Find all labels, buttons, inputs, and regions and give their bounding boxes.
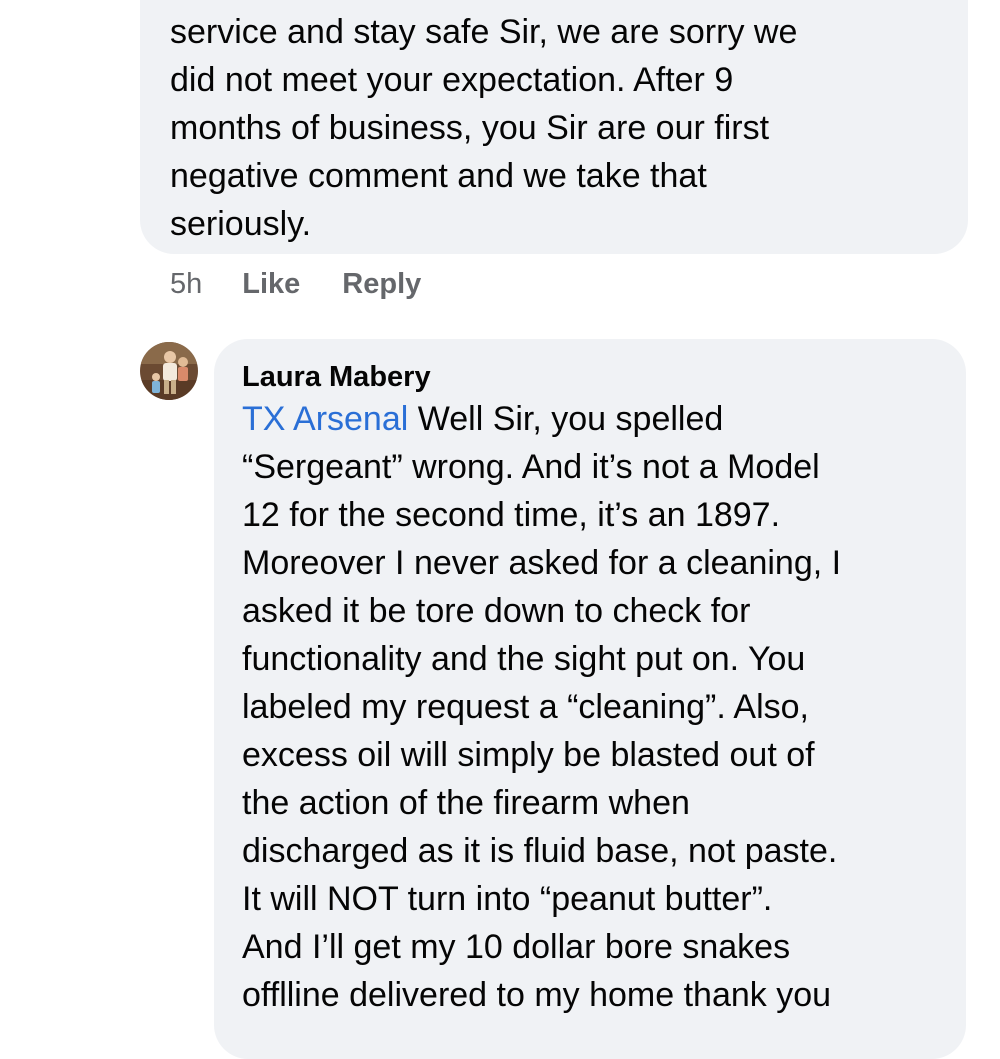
avatar[interactable] <box>140 342 198 400</box>
like-button[interactable]: Like <box>242 268 300 301</box>
comment-text: service and stay safe Sir, we are sorry … <box>170 13 798 243</box>
comment-timestamp[interactable]: 5h <box>170 268 202 301</box>
reply-bubble: Laura Mabery TX Arsenal Well Sir, you sp… <box>214 339 966 1059</box>
reply-body: Well Sir, you spelled “Sergeant” wrong. … <box>242 400 842 1014</box>
comment-author[interactable]: Laura Mabery <box>242 359 936 395</box>
profile-photo-icon <box>140 342 198 400</box>
comment-actions: 5h Like Reply <box>170 268 463 301</box>
mention-link[interactable]: TX Arsenal <box>242 400 408 438</box>
reply-button[interactable]: Reply <box>342 268 421 301</box>
comment-bubble: service and stay safe Sir, we are sorry … <box>140 0 968 254</box>
reply-text: TX Arsenal Well Sir, you spelled “Sergea… <box>242 395 936 1019</box>
